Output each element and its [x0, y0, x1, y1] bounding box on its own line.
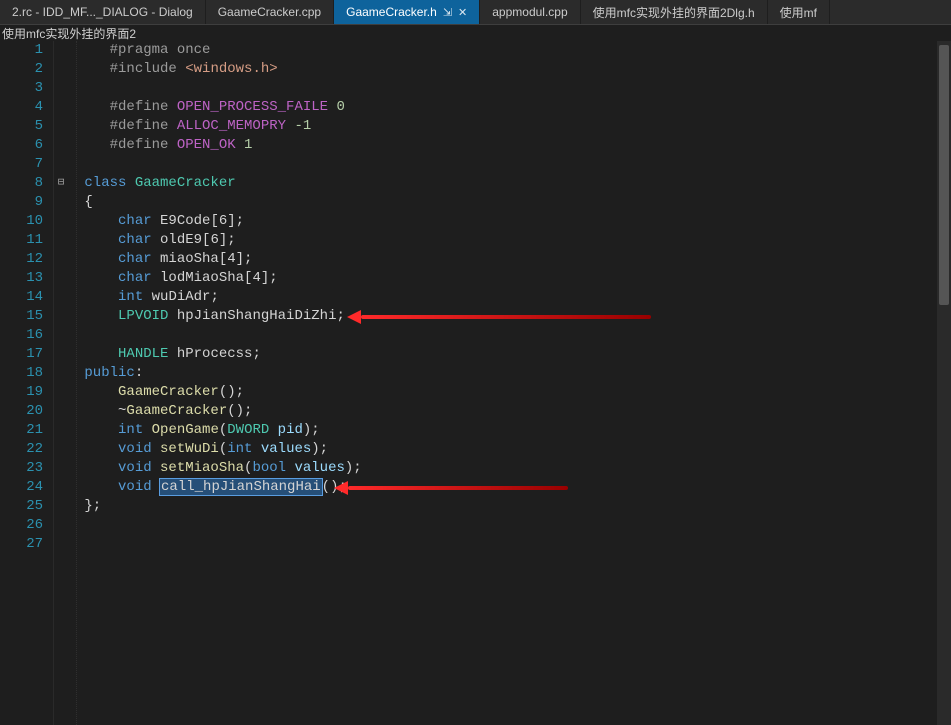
close-icon[interactable]: ✕ — [458, 6, 467, 19]
line-number: 26 — [0, 516, 47, 535]
line-number: 23 — [0, 459, 47, 478]
line-number: 9 — [0, 193, 47, 212]
tab-label: 使用mf — [780, 4, 817, 21]
code-line — [68, 79, 951, 98]
code-line: char oldE9[6]; — [68, 231, 951, 250]
tab-gaamecracker-cpp[interactable]: GaameCracker.cpp — [206, 0, 334, 24]
line-number: 17 — [0, 345, 47, 364]
line-number: 22 — [0, 440, 47, 459]
line-number: 27 — [0, 535, 47, 554]
line-number: 3 — [0, 79, 47, 98]
line-number: 21 — [0, 421, 47, 440]
line-number: 13 — [0, 269, 47, 288]
code-line: }; — [68, 497, 951, 516]
code-line: LPVOID hpJianShangHaiDiZhi; — [68, 307, 951, 326]
code-line: void setWuDi(int values); — [68, 440, 951, 459]
line-number-gutter: 1 2 3 4 5 6 7 8 9 10 11 12 13 14 15 16 1… — [0, 41, 54, 725]
tab-gaamecracker-h[interactable]: GaameCracker.h ⇲ ✕ — [334, 0, 480, 24]
tab-overflow[interactable]: 使用mf — [768, 0, 830, 24]
code-line — [68, 326, 951, 345]
code-area[interactable]: #pragma once #include <windows.h> #defin… — [68, 41, 951, 725]
tab-mfc-dlg-h[interactable]: 使用mfc实现外挂的界面2Dlg.h — [581, 0, 768, 24]
breadcrumb[interactable]: 使用mfc实现外挂的界面2 — [0, 25, 951, 41]
code-line: char E9Code[6]; — [68, 212, 951, 231]
line-number: 15 — [0, 307, 47, 326]
code-line: #pragma once — [68, 41, 951, 60]
code-line — [68, 155, 951, 174]
line-number: 11 — [0, 231, 47, 250]
line-number: 6 — [0, 136, 47, 155]
line-number: 7 — [0, 155, 47, 174]
code-line: #define ALLOC_MEMOPRY -1 — [68, 117, 951, 136]
code-line: { — [68, 193, 951, 212]
code-line: class GaameCracker — [68, 174, 951, 193]
fold-gutter: ⊟ — [54, 41, 68, 725]
code-line — [68, 516, 951, 535]
code-line: #define OPEN_PROCESS_FAILE 0 — [68, 98, 951, 117]
code-line: HANDLE hProcecss; — [68, 345, 951, 364]
line-number: 1 — [0, 41, 47, 60]
scrollbar-thumb[interactable] — [939, 45, 949, 305]
line-number: 24 — [0, 478, 47, 497]
code-line: ~GaameCracker(); — [68, 402, 951, 421]
line-number: 12 — [0, 250, 47, 269]
code-line: int wuDiAdr; — [68, 288, 951, 307]
line-number: 10 — [0, 212, 47, 231]
code-line: #include <windows.h> — [68, 60, 951, 79]
tab-bar: 2.rc - IDD_MF..._DIALOG - Dialog GaameCr… — [0, 0, 951, 25]
tab-appmodul-cpp[interactable]: appmodul.cpp — [480, 0, 580, 24]
tab-label: 2.rc - IDD_MF..._DIALOG - Dialog — [12, 5, 193, 19]
line-number: 2 — [0, 60, 47, 79]
code-line: int OpenGame(DWORD pid); — [68, 421, 951, 440]
line-number: 8 — [0, 174, 47, 193]
code-line: #define OPEN_OK 1 — [68, 136, 951, 155]
pin-icon[interactable]: ⇲ — [443, 6, 452, 19]
tab-label: GaameCracker.h — [346, 5, 437, 19]
tab-label: 使用mfc实现外挂的界面2Dlg.h — [593, 4, 755, 21]
code-line — [68, 535, 951, 554]
line-number: 20 — [0, 402, 47, 421]
code-line: GaameCracker(); — [68, 383, 951, 402]
tab-label: appmodul.cpp — [492, 5, 567, 19]
line-number: 4 — [0, 98, 47, 117]
editor-selection[interactable]: call_hpJianShangHai — [160, 479, 322, 495]
code-line: char lodMiaoSha[4]; — [68, 269, 951, 288]
tab-label: GaameCracker.cpp — [218, 5, 321, 19]
tab-rc-dialog[interactable]: 2.rc - IDD_MF..._DIALOG - Dialog — [0, 0, 206, 24]
code-line: public: — [68, 364, 951, 383]
code-editor: 1 2 3 4 5 6 7 8 9 10 11 12 13 14 15 16 1… — [0, 41, 951, 725]
breadcrumb-text: 使用mfc实现外挂的界面2 — [2, 25, 136, 42]
line-number: 18 — [0, 364, 47, 383]
code-line: char miaoSha[4]; — [68, 250, 951, 269]
vertical-scrollbar[interactable] — [937, 41, 951, 725]
code-line: void setMiaoSha(bool values); — [68, 459, 951, 478]
line-number: 16 — [0, 326, 47, 345]
code-line: void call_hpJianShangHai(); — [68, 478, 951, 497]
line-number: 5 — [0, 117, 47, 136]
line-number: 25 — [0, 497, 47, 516]
line-number: 14 — [0, 288, 47, 307]
line-number: 19 — [0, 383, 47, 402]
fold-toggle-icon[interactable]: ⊟ — [54, 174, 68, 193]
